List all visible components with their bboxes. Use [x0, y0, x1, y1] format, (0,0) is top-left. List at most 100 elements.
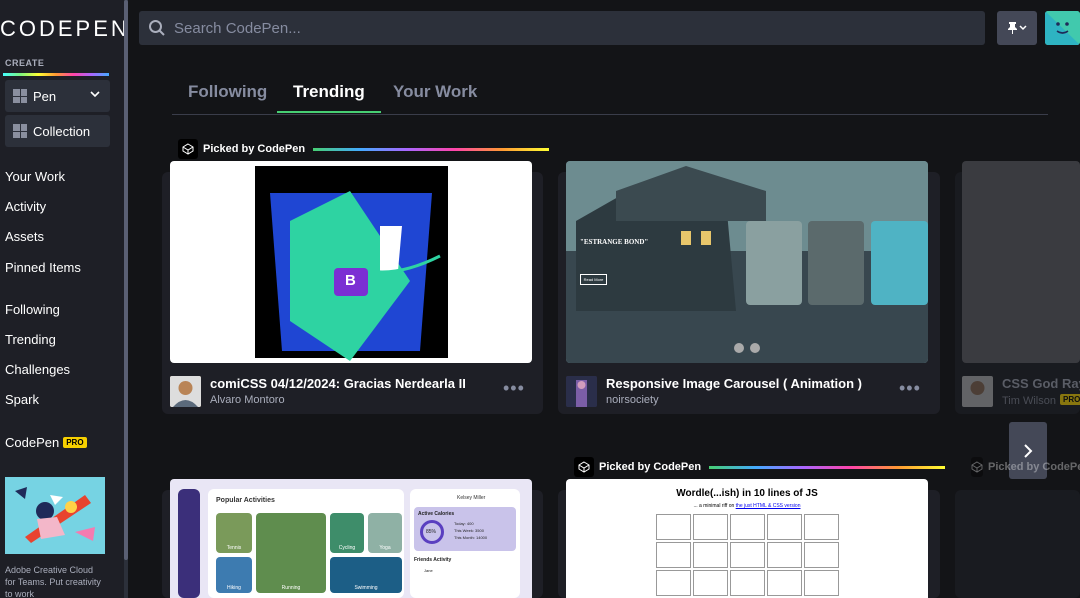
dashboard-user-name: Kelsey Miller [457, 495, 486, 501]
nav-spark[interactable]: Spark [5, 392, 39, 407]
picked-by-codepen-banner: Picked by CodePen [971, 457, 1080, 477]
picked-line [313, 147, 550, 151]
sidebar: CODEPEN CREATE Pen Collection Your Work … [0, 0, 127, 598]
dashboard-sidebar [178, 489, 200, 598]
chevron-down-icon[interactable] [90, 89, 100, 99]
wordle-cell [767, 542, 802, 568]
search-input[interactable] [174, 19, 985, 37]
tab-your-work[interactable]: Your Work [393, 82, 477, 112]
new-collection-button[interactable]: Collection [5, 115, 110, 147]
activities-title: Popular Activities [216, 497, 275, 504]
pro-badge: PRO [1059, 394, 1080, 405]
wordle-cell [656, 542, 691, 568]
wordle-grid [656, 514, 839, 596]
wordle-cell [767, 514, 802, 540]
more-options-icon[interactable]: ••• [503, 378, 525, 399]
codepen-icon [178, 139, 198, 159]
author-avatar[interactable] [170, 376, 201, 407]
pen-title[interactable]: Responsive Image Carousel ( Animation ) [606, 376, 862, 391]
wordle-cell [730, 514, 765, 540]
search-icon [149, 20, 165, 36]
pen-preview-god-rays[interactable] [962, 161, 1080, 363]
bootstrap-badge: B [345, 272, 356, 289]
wordle-cell [730, 542, 765, 568]
stats-panel: Kelsey Miller Active Calories 85% Today:… [410, 489, 520, 598]
wordle-cell [693, 542, 728, 568]
activity-tile-tennis: Tennis [216, 513, 252, 553]
pen-author[interactable]: Alvaro Montoro [210, 394, 285, 406]
pen-title[interactable]: comiCSS 04/12/2024: Gracias Nerdearla II [210, 376, 466, 391]
pen-title[interactable]: CSS God Rays [1002, 376, 1080, 391]
codepen-icon [971, 457, 983, 477]
pin-icon [1008, 22, 1027, 34]
new-collection-label: Collection [33, 123, 91, 139]
pen-card-bg [955, 490, 1080, 598]
pinned-items-button[interactable] [997, 11, 1037, 45]
wordle-cell [804, 570, 839, 596]
sidebar-scroll-thumb[interactable] [124, 0, 128, 560]
nav-pinned-items[interactable]: Pinned Items [5, 260, 81, 275]
codepen-pro-label: CodePen [5, 435, 60, 450]
nav-activity[interactable]: Activity [5, 199, 46, 214]
new-pen-label: Pen [33, 88, 57, 104]
codepen-icon [574, 457, 594, 477]
calories-title: Active Calories [418, 511, 455, 517]
wordle-cell [804, 542, 839, 568]
picked-label: Picked by CodePen [203, 143, 306, 155]
picked-by-codepen-banner: Picked by CodePen [574, 457, 946, 477]
wordle-cell [656, 514, 691, 540]
picked-by-codepen-banner: Picked by CodePen [178, 139, 550, 159]
pen-preview-carousel[interactable]: "ESTRANGE BOND" Read More [566, 161, 928, 363]
nav-trending[interactable]: Trending [5, 332, 56, 347]
wordle-subtitle: ... a minimal riff on the just HTML & CS… [566, 503, 928, 509]
pen-icon [13, 89, 27, 103]
nav-your-work[interactable]: Your Work [5, 169, 65, 184]
pro-badge: PRO [63, 437, 87, 448]
pen-author[interactable]: noirsociety [606, 394, 659, 406]
wordle-subtitle-link[interactable]: the just HTML & CSS version [736, 503, 801, 509]
activity-tile-swimming: Swimming [330, 557, 402, 593]
user-avatar[interactable] [1045, 11, 1080, 45]
ad-image[interactable] [5, 477, 105, 554]
author-avatar[interactable] [566, 376, 597, 407]
pen-preview-dashboard[interactable]: Popular Activities Tennis Running Cyclin… [170, 479, 532, 598]
tab-following[interactable]: Following [188, 82, 267, 112]
wordle-cell [804, 514, 839, 540]
author-avatar[interactable] [962, 376, 993, 407]
search-bar[interactable] [139, 11, 985, 45]
create-label: CREATE [5, 58, 45, 68]
activity-tile-running: Running [256, 513, 326, 593]
calories-month: This Month: 14000 [454, 535, 488, 540]
wordle-subtitle-text: ... a minimal riff on [693, 503, 735, 509]
codepen-logo[interactable]: CODEPEN [0, 16, 130, 42]
calories-week: This Week: 3500 [454, 528, 484, 533]
calories-today: Today: 400 [454, 521, 474, 526]
friend-name: Jane [424, 568, 433, 573]
more-options-icon[interactable]: ••• [899, 378, 921, 399]
tab-trending[interactable]: Trending [277, 82, 381, 113]
picked-line [709, 465, 946, 469]
nav-assets[interactable]: Assets [5, 229, 44, 244]
nav-challenges[interactable]: Challenges [5, 362, 70, 377]
ad-text[interactable]: Adobe Creative Cloud for Teams. Put crea… [5, 564, 105, 598]
nav-following[interactable]: Following [5, 302, 60, 317]
wordle-cell [767, 570, 802, 596]
collection-icon [13, 124, 27, 138]
carousel-heading: "ESTRANGE BOND" [580, 238, 649, 246]
calories-percent: 85% [426, 529, 437, 535]
picked-label: Picked by CodePen [988, 461, 1080, 473]
calories-card: Active Calories 85% Today: 400 This Week… [414, 507, 516, 551]
pen-preview-comicss[interactable]: B [170, 161, 532, 363]
new-pen-button[interactable]: Pen [5, 80, 110, 112]
pen-author[interactable]: Tim Wilson PRO [1002, 394, 1080, 407]
pen-author-name: Tim Wilson [1002, 395, 1056, 407]
codepen-app: CODEPEN CREATE Pen Collection Your Work … [0, 0, 1080, 598]
activity-tile-cycling: Cycling [330, 513, 364, 553]
sidebar-scrollbar[interactable] [124, 0, 128, 598]
nav-codepen-pro[interactable]: CodePen PRO [5, 435, 87, 450]
read-more-button[interactable]: Read More [580, 274, 607, 285]
picked-label: Picked by CodePen [599, 461, 702, 473]
activities-panel: Popular Activities Tennis Running Cyclin… [208, 489, 404, 598]
feed-tabs: Following Trending Your Work [172, 82, 1048, 115]
friends-title: Friends Activity [414, 557, 452, 563]
